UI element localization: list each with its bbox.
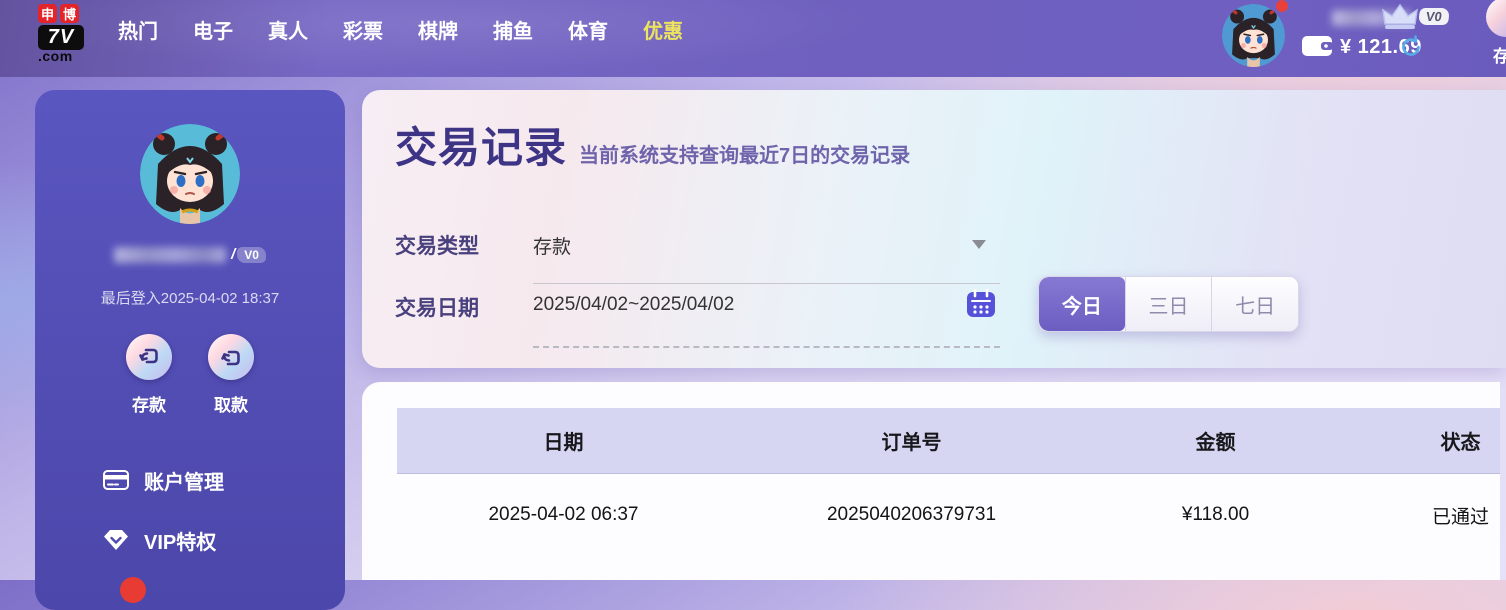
header-order: 订单号 (881, 432, 942, 454)
header-amount: 金额 (1195, 432, 1236, 454)
floating-deposit-icon[interactable] (1486, 0, 1506, 37)
header-status: 状态 (1440, 432, 1481, 454)
header-date: 日期 (543, 432, 584, 454)
cell-amount: ¥118.00 (1181, 504, 1250, 525)
cell-status: 已通过 (1431, 506, 1489, 528)
nav-item-live[interactable]: 真人 (268, 15, 308, 44)
transaction-table-panel: 日期 订单号 金额 状态 2025-04-02 06:37 2025040206… (362, 382, 1500, 580)
page-title: 交易记录 (395, 124, 568, 171)
sidebar-username-row: / V0 (35, 246, 345, 263)
nav-item-hot[interactable]: 热门 (118, 15, 158, 44)
logo-badge-shen: 申 (38, 4, 57, 23)
cell-order: 2025040206379731 (826, 504, 997, 525)
range-3day-button[interactable]: 三日 (1124, 277, 1212, 331)
logo-7v-text: 7V (38, 25, 84, 50)
table-row: 2025-04-02 06:37 2025040206379731 ¥118.0… (397, 474, 1500, 556)
logo-com-text: .com (38, 48, 73, 64)
sidebar-item-vip[interactable]: VIP特权 (103, 510, 224, 570)
date-range-button-group: 今日 三日 七日 (1038, 276, 1299, 332)
top-navbar: 申 博 7V .com 热门 电子 真人 彩票 棋牌 捕鱼 体育 优惠 V0 ¥… (0, 0, 1506, 77)
filter-type-underline (533, 283, 1000, 284)
nav-item-cards[interactable]: 棋牌 (418, 15, 458, 44)
user-avatar[interactable] (1222, 4, 1285, 67)
avatar-illustration (1222, 4, 1285, 67)
vip-slash: / (231, 246, 236, 263)
deposit-icon (126, 334, 172, 380)
transaction-table: 日期 订单号 金额 状态 2025-04-02 06:37 2025040206… (397, 408, 1500, 556)
nav-item-slots[interactable]: 电子 (193, 15, 233, 44)
sidebar-avatar (140, 124, 240, 224)
calendar-icon[interactable] (966, 288, 996, 318)
deposit-label[interactable]: 存款 (132, 391, 166, 416)
logo-badge-bo: 博 (60, 4, 79, 23)
page-header: 交易记录 当前系统支持查询最近7日的交易记录 (395, 114, 910, 175)
hidden-menu-icon-peek (120, 577, 146, 603)
transaction-filter-panel: 交易记录 当前系统支持查询最近7日的交易记录 交易类型 存款 交易日期 2025… (362, 90, 1506, 368)
sidebar-item-label: VIP特权 (144, 531, 217, 554)
vip-level-badge: V0 (1417, 8, 1451, 25)
sidebar-item-account[interactable]: 账户管理 (103, 450, 224, 510)
deposit-button[interactable]: 存款 (126, 334, 172, 416)
range-7day-button[interactable]: 七日 (1211, 277, 1298, 331)
sidebar-item-label: 账户管理 (144, 471, 224, 494)
sidebar-menu: 账户管理 VIP特权 (103, 450, 224, 570)
range-today-button[interactable]: 今日 (1039, 277, 1125, 331)
withdraw-label[interactable]: 取款 (214, 391, 248, 416)
quick-actions: 存款 取款 (35, 334, 345, 416)
chevron-down-icon[interactable] (972, 240, 986, 249)
crown-icon (1382, 3, 1418, 29)
username-blurred (114, 246, 227, 263)
withdraw-icon (208, 334, 254, 380)
nav-item-sports[interactable]: 体育 (568, 15, 608, 44)
wallet-icon (1302, 36, 1333, 56)
profile-sidebar: / V0 最后登入2025-04-02 18:37 存款 取款 账户管理 VIP… (35, 90, 345, 610)
notification-dot (1276, 0, 1288, 12)
avatar-illustration (140, 124, 240, 224)
floating-deposit-label[interactable]: 存 (1493, 42, 1506, 67)
withdraw-button[interactable]: 取款 (208, 334, 254, 416)
last-login-text: 最后登入2025-04-02 18:37 (100, 290, 280, 307)
nav-item-promos[interactable]: 优惠 (643, 15, 683, 44)
filter-date-underline (533, 346, 1000, 348)
site-logo[interactable]: 申 博 7V .com (38, 4, 108, 63)
nav-item-lottery[interactable]: 彩票 (343, 15, 383, 44)
bank-card-icon (103, 470, 129, 490)
main-nav: 热门 电子 真人 彩票 棋牌 捕鱼 体育 优惠 (118, 15, 683, 44)
filter-type-label: 交易类型 (395, 235, 479, 258)
filter-date-label: 交易日期 (395, 297, 479, 320)
table-header-row: 日期 订单号 金额 状态 (397, 408, 1500, 474)
page-subtitle: 当前系统支持查询最近7日的交易记录 (579, 145, 911, 167)
vip-level-badge: V0 (237, 246, 266, 263)
cell-date: 2025-04-02 06:37 (488, 504, 639, 525)
filter-type-select[interactable]: 存款 (533, 232, 571, 259)
vip-diamond-icon (104, 530, 128, 550)
filter-date-input[interactable]: 2025/04/02~2025/04/02 (533, 294, 734, 316)
nav-item-fishing[interactable]: 捕鱼 (493, 15, 533, 44)
refresh-balance-icon[interactable] (1399, 35, 1423, 59)
